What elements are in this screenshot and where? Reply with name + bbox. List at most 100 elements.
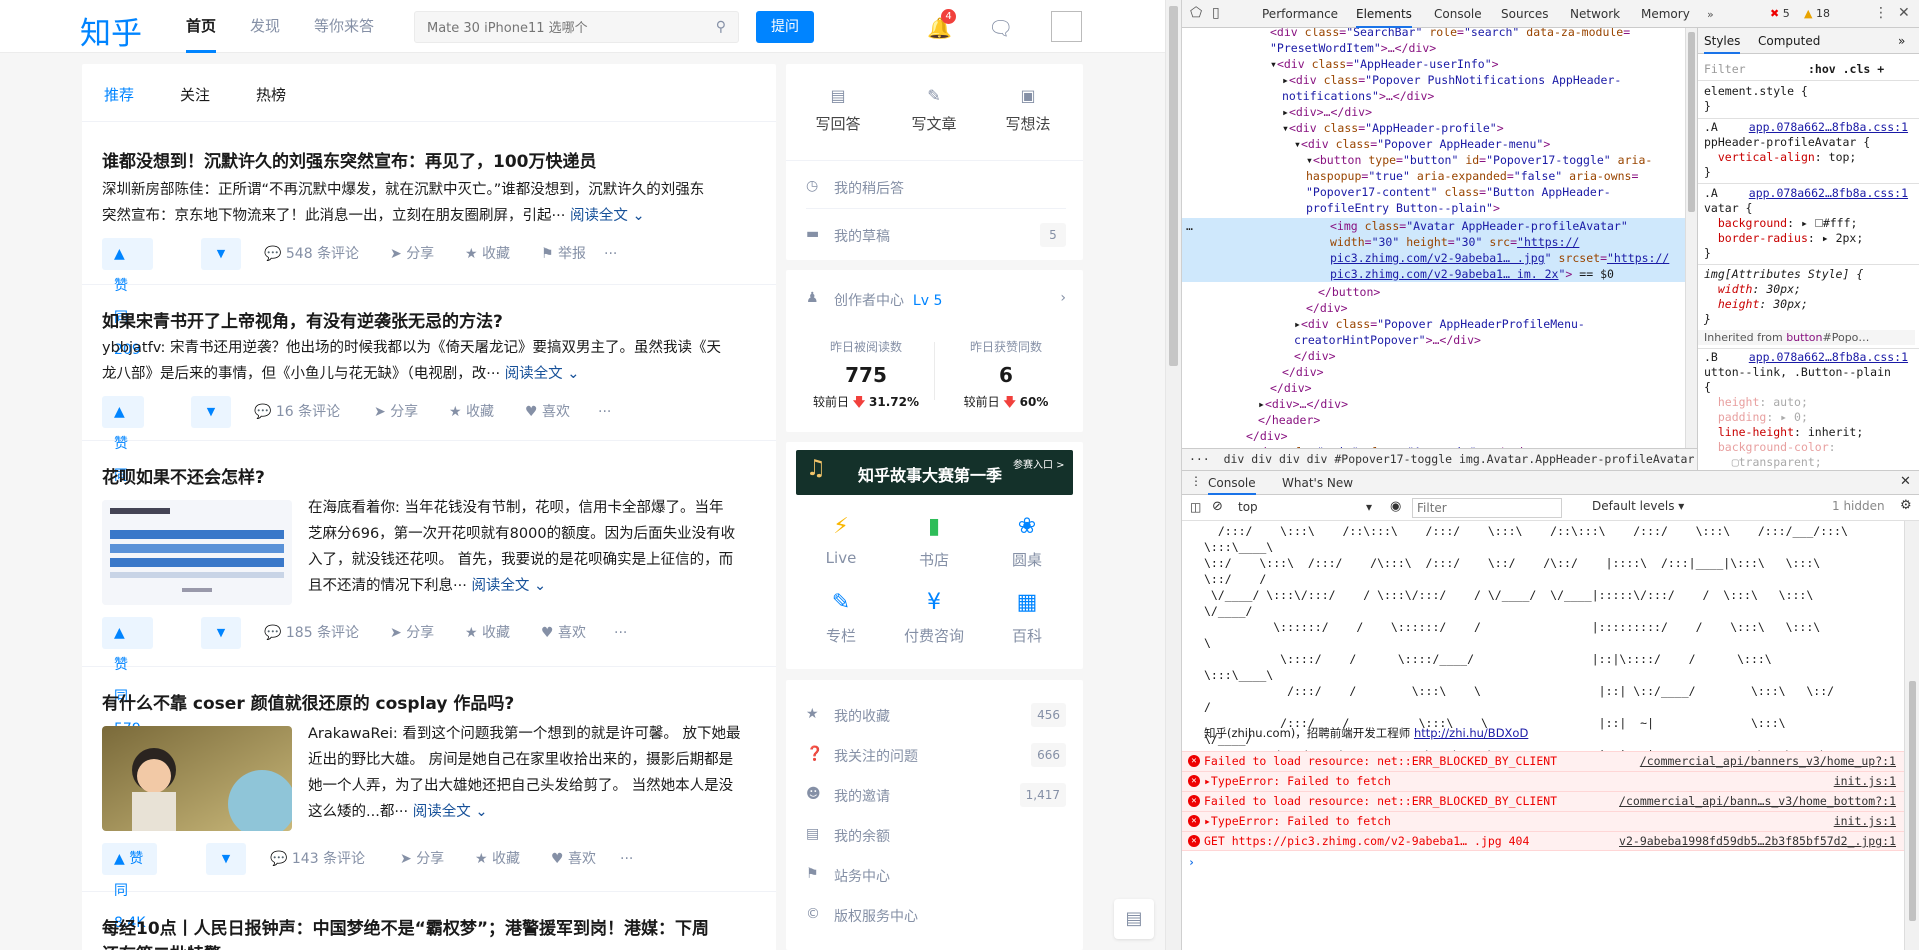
- gear-icon[interactable]: ⚙: [1900, 498, 1912, 513]
- story-contest-banner[interactable]: ♫ 知乎故事大赛第一季 参赛入口 >: [796, 450, 1073, 495]
- answer-excerpt[interactable]: ArakawaRei: 看到这个问题我第一个想到的就是许可馨。 放下她最 近出的…: [308, 721, 763, 825]
- collect-button[interactable]: ★ 收藏: [465, 617, 510, 649]
- roundtable-link[interactable]: ❀ 圆桌: [982, 514, 1072, 570]
- tab-whats-new[interactable]: What's New: [1282, 471, 1353, 495]
- comment-button[interactable]: 💬 143 条评论: [270, 843, 365, 875]
- paid-consult-link[interactable]: ¥ 付费咨询: [889, 590, 979, 646]
- tab-elements[interactable]: Elements: [1356, 0, 1412, 28]
- write-idea-button[interactable]: ▣ 写想法: [988, 86, 1068, 134]
- close-icon[interactable]: ✕: [1900, 474, 1911, 489]
- nav-home[interactable]: 首页: [186, 0, 217, 53]
- creator-center-link[interactable]: ♟ 创作者中心 Lv 5 ›: [806, 290, 1066, 310]
- console-filter-input[interactable]: [1412, 498, 1562, 518]
- device-icon[interactable]: ▯: [1212, 5, 1220, 21]
- breadcrumb[interactable]: ··· div div div div #Popover17-toggle im…: [1182, 448, 1697, 470]
- tab-follow[interactable]: 关注: [180, 84, 210, 105]
- more-icon[interactable]: ···: [598, 396, 611, 428]
- column-link[interactable]: ✎ 专栏: [796, 590, 886, 646]
- tab-memory[interactable]: Memory: [1641, 0, 1690, 28]
- more-icon[interactable]: ···: [614, 617, 627, 649]
- service-center-link[interactable]: ⚑ 站务中心: [806, 866, 1066, 886]
- copyright-center-link[interactable]: © 版权服务中心: [806, 906, 1066, 926]
- scrollbar-thumb[interactable]: [1169, 6, 1178, 366]
- read-more-link[interactable]: 阅读全文 ⌄: [505, 366, 580, 382]
- question-title[interactable]: 有什么不靠 coser 颜值就很还原的 cosplay 作品吗?: [102, 689, 514, 714]
- error-source-link[interactable]: init.js:1: [1834, 812, 1896, 831]
- more-icon[interactable]: ···: [620, 843, 633, 875]
- error-source-link[interactable]: /commercial_api/bann…s_v3/home_bottom?:1: [1619, 792, 1896, 811]
- answer-excerpt[interactable]: 在海底看着你: 当年花钱没有节制，花呗，信用卡全部爆了。当年 芝麻分696，第一…: [308, 495, 763, 599]
- tab-sources[interactable]: Sources: [1501, 0, 1548, 28]
- bookstore-link[interactable]: ▮ 书店: [889, 514, 979, 570]
- upvote-button[interactable]: ▲ 赞同 52: [102, 396, 144, 516]
- read-more-link[interactable]: 阅读全文 ⌄: [570, 208, 645, 224]
- clear-console-icon[interactable]: ⊘: [1212, 499, 1223, 514]
- tab-hot[interactable]: 热榜: [256, 84, 286, 105]
- followed-questions-link[interactable]: ❓ 我关注的问题 666: [806, 743, 1066, 767]
- context-selector[interactable]: top ▾: [1234, 498, 1376, 518]
- console-prompt[interactable]: ›: [1188, 855, 1904, 869]
- eye-icon[interactable]: ◉: [1390, 499, 1401, 514]
- later-answers-link[interactable]: ◷ 我的稍后答: [806, 178, 1066, 198]
- upvote-button[interactable]: ▲ 赞同 8.4K: [102, 843, 158, 931]
- inspect-icon[interactable]: ⬠: [1190, 5, 1202, 21]
- console-error[interactable]: ✕ GET https://pic3.zhimg.com/v2-9abeba1… …: [1182, 831, 1904, 851]
- tab-console-drawer[interactable]: Console: [1208, 471, 1256, 495]
- error-source-link[interactable]: v2-9abeba1998fd59db5…2b3f85bf57d2_.jpg:1: [1619, 832, 1896, 851]
- comment-button[interactable]: 💬 185 条评论: [264, 617, 359, 649]
- collect-button[interactable]: ★ 收藏: [475, 843, 520, 875]
- downvote-button[interactable]: ▼: [201, 617, 241, 649]
- tab-computed[interactable]: Computed: [1758, 28, 1820, 54]
- like-button[interactable]: ♥ 喜欢: [541, 617, 586, 649]
- question-title[interactable]: 如果宋青书开了上帝视角，有没有逆袭张无忌的方法?: [102, 307, 503, 332]
- my-balance-link[interactable]: ▤ 我的余额: [806, 826, 1066, 846]
- answer-thumbnail[interactable]: [102, 726, 292, 831]
- back-to-top-button[interactable]: ▤: [1114, 899, 1154, 939]
- elements-scrollbar[interactable]: [1685, 28, 1697, 448]
- live-link[interactable]: ⚡ Live: [796, 514, 886, 567]
- tab-styles[interactable]: Styles: [1704, 28, 1741, 54]
- ask-button[interactable]: 提问: [756, 11, 814, 43]
- console-error[interactable]: ✕ ▸TypeError: Failed to fetch init.js:1: [1182, 771, 1904, 791]
- warning-count[interactable]: ▲ 18: [1804, 7, 1830, 20]
- answer-excerpt[interactable]: ybbjatfv: 宋青书还用逆袭？他出场的时候我都以为《倚天屠龙记》要搞双男主…: [102, 335, 762, 387]
- read-more-link[interactable]: 阅读全文 ⌄: [471, 578, 546, 594]
- search-input[interactable]: [427, 18, 697, 38]
- downvote-button[interactable]: ▼: [206, 843, 246, 875]
- share-button[interactable]: ➤ 分享: [390, 617, 434, 649]
- downvote-button[interactable]: ▼: [191, 396, 231, 428]
- more-tabs-icon[interactable]: »: [1898, 28, 1905, 54]
- like-button[interactable]: ♥ 喜欢: [551, 843, 596, 875]
- like-button[interactable]: ♥ 喜欢: [525, 396, 570, 428]
- sidebar-toggle-icon[interactable]: ◫: [1190, 500, 1201, 514]
- hov-cls-buttons[interactable]: :hov .cls +: [1808, 62, 1884, 77]
- collect-button[interactable]: ★ 收藏: [465, 238, 510, 270]
- search-icon[interactable]: ⚲: [716, 19, 726, 35]
- page-scrollbar[interactable]: [1165, 0, 1181, 950]
- question-title-line2[interactable]: 还有第二批特警: [102, 940, 221, 950]
- elements-tree[interactable]: <div class="SearchBar" role="search" dat…: [1182, 28, 1685, 448]
- console-error[interactable]: ✕ Failed to load resource: net::ERR_BLOCK…: [1182, 791, 1904, 811]
- question-title[interactable]: 花呗如果不还会怎样?: [102, 463, 265, 488]
- question-title[interactable]: 每经10点丨人民日报钟声：中国梦绝不是“霸权梦”；港警援军到岗！港媒：下周: [102, 914, 709, 939]
- recruit-link[interactable]: http://zhi.hu/BDXoD: [1414, 726, 1528, 740]
- upvote-button[interactable]: ▲ 赞同 579: [102, 617, 153, 737]
- write-article-button[interactable]: ✎ 写文章: [894, 86, 974, 134]
- error-source-link[interactable]: init.js:1: [1834, 772, 1896, 791]
- log-levels-select[interactable]: Default levels ▾: [1592, 499, 1684, 513]
- scrollbar-thumb[interactable]: [1688, 32, 1695, 212]
- tab-recommend[interactable]: 推荐: [104, 84, 134, 105]
- wiki-link[interactable]: ▦ 百科: [982, 590, 1072, 646]
- question-title[interactable]: 谁都没想到！沉默许久的刘强东突然宣布：再见了，100万快递员: [102, 147, 597, 172]
- close-icon[interactable]: ✕: [1898, 5, 1910, 21]
- console-error[interactable]: ✕ ▸TypeError: Failed to fetch init.js:1: [1182, 811, 1904, 831]
- share-button[interactable]: ➤ 分享: [400, 843, 444, 875]
- comment-button[interactable]: 💬 548 条评论: [264, 238, 359, 270]
- collect-button[interactable]: ★ 收藏: [449, 396, 494, 428]
- answer-excerpt[interactable]: 深圳新房部陈佳：正所谓“不再沉默中爆发，就在沉默中灭亡。”谁都没想到，沉默许久的…: [102, 177, 762, 229]
- share-button[interactable]: ➤ 分享: [390, 238, 434, 270]
- write-answer-button[interactable]: ▤ 写回答: [798, 86, 878, 134]
- more-tabs-icon[interactable]: »: [1707, 8, 1714, 21]
- console-output[interactable]: /:::/ \:::\ /::\:::\ /:::/ \:::\ /::\:::…: [1182, 521, 1904, 950]
- console-scrollbar[interactable]: [1904, 521, 1919, 950]
